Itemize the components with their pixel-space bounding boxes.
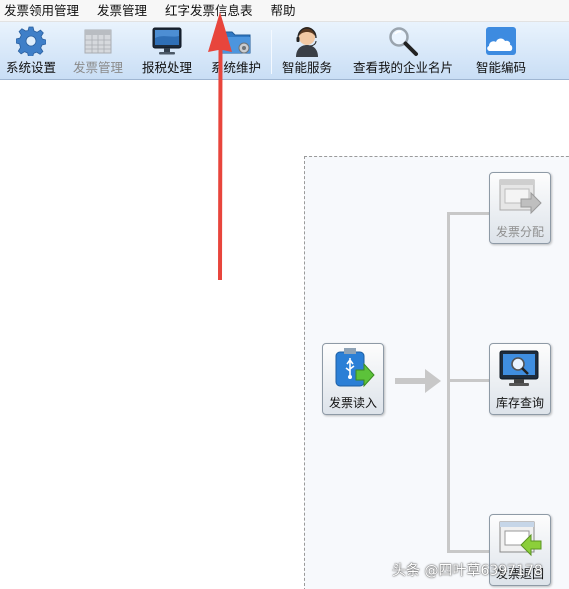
smart-service-button[interactable]: 智能服务	[276, 24, 338, 78]
flow-trunk-line	[447, 212, 450, 553]
invoice-manage-button[interactable]: 发票管理	[66, 24, 130, 78]
view-business-card-label: 查看我的企业名片	[352, 60, 453, 75]
flow-arrow-icon	[395, 369, 441, 393]
invoice-read-node[interactable]: 发票读入	[322, 343, 384, 415]
invoice-grid-icon	[81, 24, 115, 58]
monitor-icon	[150, 24, 184, 58]
invoice-return-icon	[496, 518, 544, 562]
toolbar-separator	[271, 30, 272, 74]
flow-branch-line-middle	[447, 379, 489, 382]
stock-query-node[interactable]: 库存查询	[489, 343, 551, 415]
invoice-distribute-label: 发票分配	[495, 225, 544, 239]
service-agent-icon	[290, 24, 324, 58]
invoice-flow-panel: 发票读入 发票分配 库存查询 发票退回	[304, 156, 569, 589]
invoice-distribute-icon	[496, 176, 544, 220]
gear-icon	[14, 24, 48, 58]
annotation-arrow-icon	[208, 12, 232, 280]
invoice-read-label: 发票读入	[328, 396, 377, 410]
tax-report-button[interactable]: 报税处理	[136, 24, 198, 78]
stock-query-icon	[496, 347, 544, 391]
magnifier-icon	[386, 24, 420, 58]
watermark: 头条 @四叶草6397178	[392, 563, 543, 579]
tax-report-label: 报税处理	[141, 60, 192, 75]
invoice-distribute-node[interactable]: 发票分配	[489, 172, 551, 244]
view-business-card-button[interactable]: 查看我的企业名片	[344, 24, 462, 78]
smart-service-label: 智能服务	[281, 60, 332, 75]
usb-read-icon	[329, 347, 377, 391]
flow-branch-line-bottom	[447, 550, 489, 553]
system-settings-label: 系统设置	[5, 60, 56, 75]
flow-branch-line-top	[447, 212, 489, 215]
stock-query-label: 库存查询	[495, 396, 544, 410]
smart-coding-label: 智能编码	[475, 60, 526, 75]
menu-bar: 发票领用管理 发票管理 红字发票信息表 帮助	[0, 0, 569, 22]
menu-invoice-manage[interactable]: 发票管理	[88, 0, 156, 22]
system-settings-button[interactable]: 系统设置	[2, 24, 60, 78]
menu-invoice-receive[interactable]: 发票领用管理	[0, 0, 88, 22]
smart-coding-button[interactable]: 智能编码	[470, 24, 532, 78]
cloud-icon	[484, 24, 518, 58]
toolbar: 系统设置 发票管理 报税处理 系统维护 智能服务 查看我的企业名片 智能编码	[0, 22, 569, 80]
invoice-manage-label: 发票管理	[72, 60, 123, 75]
menu-help[interactable]: 帮助	[262, 0, 305, 22]
